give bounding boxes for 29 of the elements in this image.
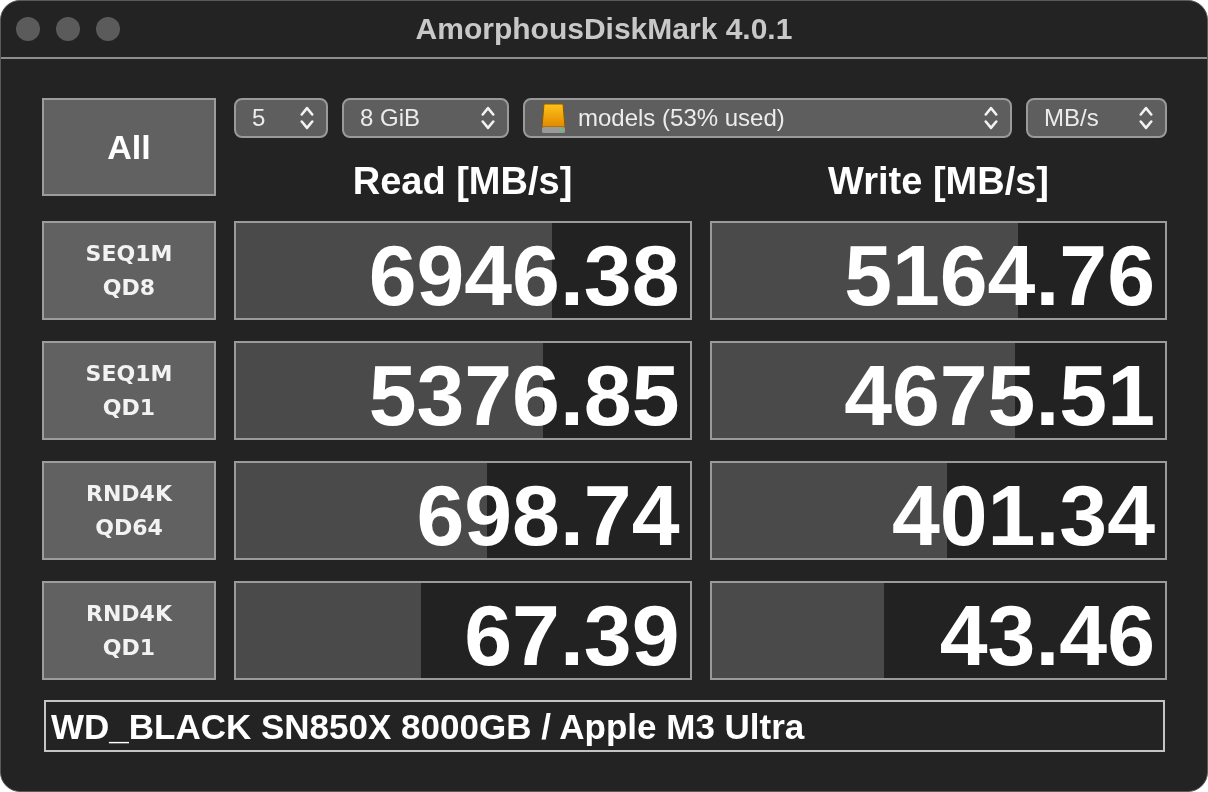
up-down-chevron-icon xyxy=(1139,106,1153,130)
result-value: 5164.76 xyxy=(844,225,1155,318)
dropdown-select[interactable]: MB/s xyxy=(1026,98,1167,138)
window-control-icon[interactable] xyxy=(56,17,80,41)
test-button[interactable]: RND4K QD64 xyxy=(42,461,216,560)
run-all-button[interactable]: All xyxy=(42,98,216,196)
drive-icon xyxy=(541,102,566,134)
test-button[interactable]: SEQ1M QD8 xyxy=(42,221,216,320)
comment-field[interactable]: WD_BLACK SN850X 8000GB / Apple M3 Ultra xyxy=(44,700,1165,752)
dropdown-select[interactable]: 5 xyxy=(234,98,328,138)
column-header: Read [MB/s] xyxy=(352,162,573,200)
result-value: 698.74 xyxy=(416,465,680,558)
result-value: 6946.38 xyxy=(368,225,680,318)
up-down-chevron-icon xyxy=(300,106,314,130)
test-button[interactable]: RND4K QD1 xyxy=(42,581,216,680)
dropdown-select[interactable]: 8 GiB xyxy=(342,98,509,138)
window-control-icon[interactable] xyxy=(16,17,40,41)
test-button[interactable]: SEQ1M QD1 xyxy=(42,341,216,440)
window-title: AmorphousDiskMark 4.0.1 xyxy=(415,14,793,44)
column-header: Write [MB/s] xyxy=(828,162,1049,200)
result-value: 67.39 xyxy=(464,585,680,678)
up-down-chevron-icon xyxy=(481,106,495,130)
result-value: 43.46 xyxy=(939,585,1155,678)
result-value: 5376.85 xyxy=(368,345,680,438)
result-value: 401.34 xyxy=(891,465,1155,558)
window-control-icon[interactable] xyxy=(96,17,120,41)
dropdown-select[interactable]: models (53% used) xyxy=(523,98,1012,138)
up-down-chevron-icon xyxy=(984,106,998,130)
result-value: 4675.51 xyxy=(844,345,1155,438)
